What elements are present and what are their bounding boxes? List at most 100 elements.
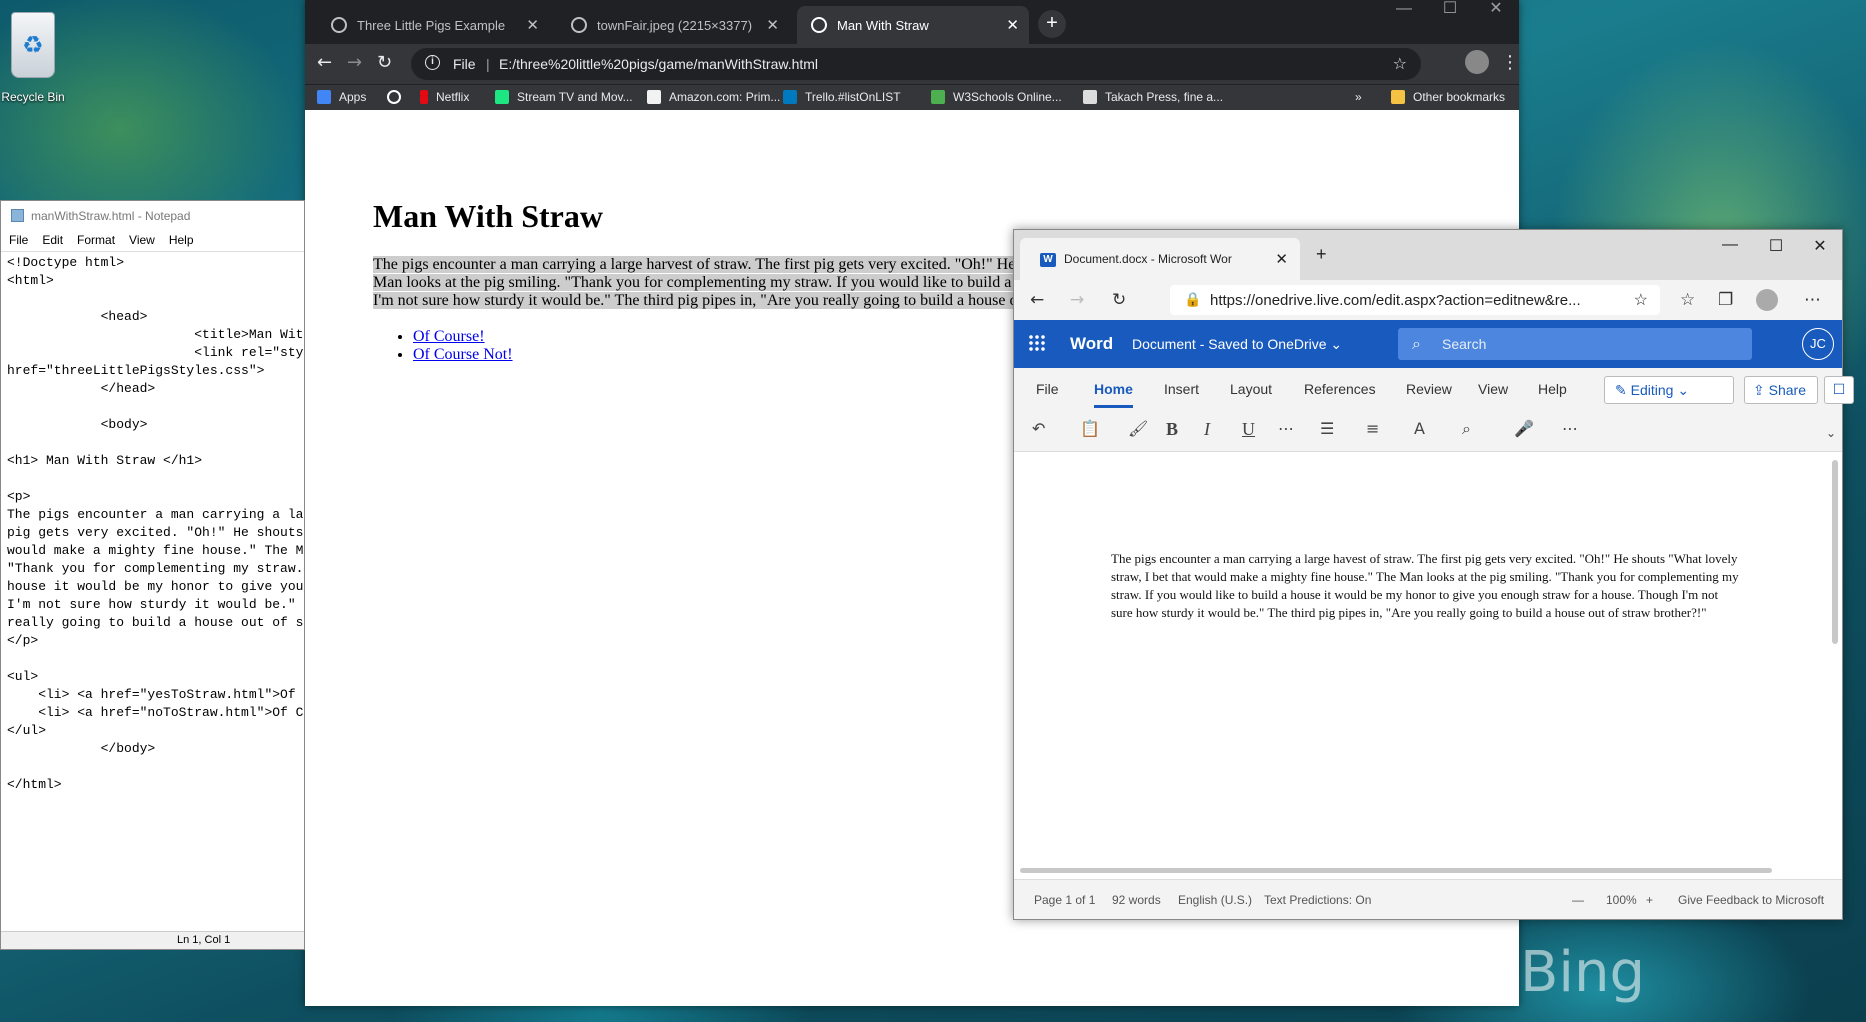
bookmark-hulu[interactable]: Stream TV and Mov... [495, 90, 633, 104]
address-url[interactable]: https://onedrive.live.com/edit.aspx?acti… [1210, 292, 1581, 309]
bookmarks-overflow-icon[interactable]: » [1355, 90, 1362, 104]
chrome-tab-three-little-pigs[interactable]: Three Little Pigs Example ✕ [317, 6, 549, 44]
user-avatar[interactable]: JC [1802, 328, 1834, 360]
tab-layout[interactable]: Layout [1230, 381, 1272, 397]
bookmark-netflix[interactable]: Netflix [420, 90, 469, 104]
menu-edit[interactable]: Edit [42, 233, 63, 247]
reload-icon[interactable]: ↻ [1112, 290, 1126, 310]
close-tab-icon[interactable]: ✕ [1275, 250, 1288, 268]
find-icon[interactable]: ⌕ [1462, 419, 1471, 439]
feedback-link[interactable]: Give Feedback to Microsoft [1678, 893, 1824, 907]
page-count[interactable]: Page 1 of 1 [1034, 893, 1095, 907]
document-canvas[interactable]: The pigs encounter a man carrying a larg… [1014, 452, 1842, 879]
collapse-ribbon-icon[interactable]: ⌄ [1826, 426, 1836, 440]
bookmark-trello[interactable]: Trello.#listOnLIST [783, 90, 901, 104]
share-button[interactable]: ⇪ Share [1744, 376, 1818, 404]
tab-help[interactable]: Help [1538, 381, 1567, 397]
edge-window: W Document.docx - Microsoft Wor ✕ + — ☐ … [1013, 229, 1854, 920]
profile-avatar[interactable] [1465, 50, 1489, 74]
editing-mode-button[interactable]: ✎ Editing ⌄ [1604, 376, 1734, 404]
tab-view[interactable]: View [1478, 381, 1508, 397]
link-of-course-not[interactable]: Of Course Not! [413, 346, 513, 363]
settings-more-icon[interactable]: ⋯ [1804, 290, 1821, 310]
horizontal-scrollbar[interactable] [1020, 868, 1772, 873]
menu-view[interactable]: View [129, 233, 155, 247]
styles-icon[interactable]: A [1414, 419, 1425, 438]
maximize-button[interactable]: ☐ [1427, 0, 1473, 18]
notepad-editor[interactable]: <!Doctype html> <html> <head> <title>Man… [1, 251, 304, 933]
zoom-in-button[interactable]: + [1646, 893, 1653, 907]
favorite-star-icon[interactable]: ☆ [1634, 290, 1648, 310]
address-bar[interactable]: 🔒 https://onedrive.live.com/edit.aspx?ac… [1170, 285, 1660, 315]
tab-review[interactable]: Review [1406, 381, 1452, 397]
close-tab-icon[interactable]: ✕ [526, 16, 539, 34]
undo-icon[interactable]: ↶ [1032, 419, 1045, 438]
minimize-button[interactable]: — [1710, 236, 1750, 254]
zoom-level[interactable]: 100% [1606, 893, 1637, 907]
close-tab-icon[interactable]: ✕ [1006, 16, 1019, 34]
link-of-course[interactable]: Of Course! [413, 328, 485, 345]
close-window-button[interactable]: ✕ [1800, 236, 1840, 256]
word-statusbar: Page 1 of 1 92 words English (U.S.) Text… [1014, 879, 1842, 919]
minimize-button[interactable]: — [1381, 0, 1427, 18]
forward-icon[interactable]: → [1070, 290, 1084, 310]
bookmark-star-icon[interactable]: ☆ [1393, 54, 1407, 73]
zoom-out-button[interactable]: — [1572, 893, 1584, 907]
document-body[interactable]: The pigs encounter a man carrying a larg… [1111, 550, 1739, 622]
other-bookmarks[interactable]: Other bookmarks [1391, 90, 1505, 104]
menu-kebab-icon[interactable]: ⋮ [1501, 52, 1519, 73]
underline-icon[interactable]: U [1242, 419, 1255, 440]
menu-format[interactable]: Format [77, 233, 115, 247]
favorites-icon[interactable]: ☆ [1680, 290, 1695, 310]
tab-references[interactable]: References [1304, 381, 1376, 397]
back-icon[interactable]: ← [317, 52, 332, 73]
bookmark-amazon[interactable]: Amazon.com: Prim... [647, 90, 780, 104]
maximize-button[interactable]: ☐ [1756, 236, 1796, 256]
text-predictions[interactable]: Text Predictions: On [1264, 893, 1371, 907]
close-window-button[interactable]: ✕ [1473, 0, 1519, 18]
forward-icon[interactable]: → [347, 52, 362, 73]
recycle-bin[interactable]: ♻ Recycle Bin [0, 0, 66, 112]
info-icon[interactable]: i [425, 55, 440, 70]
format-painter-icon[interactable]: 🖌 [1128, 419, 1148, 438]
word-count[interactable]: 92 words [1112, 893, 1161, 907]
dictate-icon[interactable]: 🎤 [1514, 419, 1534, 438]
back-icon[interactable]: ← [1030, 290, 1044, 310]
app-launcher-icon[interactable] [1028, 334, 1046, 352]
profile-avatar[interactable] [1756, 289, 1778, 311]
address-bar[interactable]: i File | E:/three%20little%20pigs/game/m… [411, 48, 1421, 80]
tab-insert[interactable]: Insert [1164, 381, 1199, 397]
bullets-icon[interactable]: ☰ [1320, 419, 1334, 438]
tab-file[interactable]: File [1036, 381, 1059, 397]
address-url[interactable]: E:/three%20little%20pigs/game/manWithStr… [499, 56, 818, 72]
new-tab-button[interactable]: + [1038, 10, 1066, 38]
close-tab-icon[interactable]: ✕ [766, 16, 779, 34]
bookmark-takach[interactable]: Takach Press, fine a... [1083, 90, 1223, 104]
more-font-options-icon[interactable]: ⋯ [1278, 419, 1294, 438]
collections-icon[interactable]: ❐ [1718, 290, 1733, 310]
language[interactable]: English (U.S.) [1178, 893, 1252, 907]
chrome-tab-man-with-straw[interactable]: Man With Straw ✕ [797, 6, 1029, 44]
menu-file[interactable]: File [9, 233, 28, 247]
apps-icon [317, 90, 331, 104]
search-input[interactable]: ⌕ Search [1398, 328, 1752, 360]
edge-tab-document[interactable]: W Document.docx - Microsoft Wor ✕ [1020, 238, 1300, 280]
new-tab-button[interactable]: + [1316, 244, 1327, 265]
word-brand[interactable]: Word [1070, 334, 1113, 354]
bookmark-w3schools[interactable]: W3Schools Online... [931, 90, 1062, 104]
bookmark-globe[interactable] [387, 90, 409, 104]
paste-icon[interactable]: 📋 [1080, 419, 1100, 438]
document-title[interactable]: Document - Saved to OneDrive ⌄ [1132, 336, 1342, 353]
vertical-scrollbar[interactable] [1832, 460, 1838, 644]
align-icon[interactable]: ≡ [1366, 419, 1379, 438]
more-options-icon[interactable]: ⋯ [1562, 419, 1578, 438]
comments-button[interactable]: ☐ [1824, 376, 1854, 404]
italic-icon[interactable]: I [1204, 419, 1210, 440]
list-item: Of Course! [413, 328, 513, 346]
menu-help[interactable]: Help [169, 233, 194, 247]
bold-icon[interactable]: B [1166, 419, 1178, 440]
tab-home[interactable]: Home [1094, 381, 1133, 408]
chrome-tab-townfair[interactable]: townFair.jpeg (2215×3377) ✕ [557, 6, 789, 44]
bookmark-apps[interactable]: Apps [317, 90, 366, 104]
reload-icon[interactable]: ↻ [377, 52, 392, 73]
